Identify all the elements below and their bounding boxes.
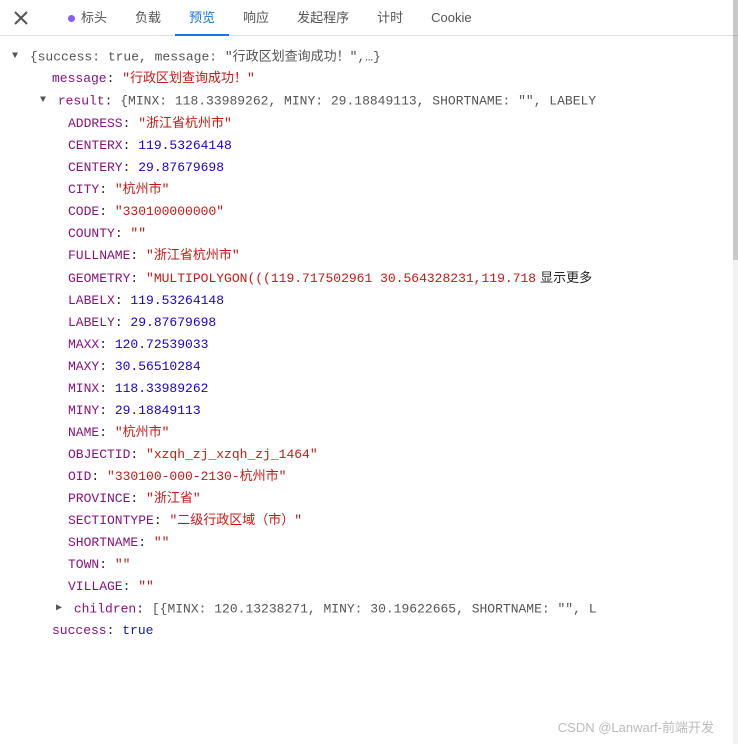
tab-payload[interactable]: 负载 <box>121 0 175 36</box>
field-name[interactable]: NAME: "杭州市" <box>12 422 738 444</box>
field-labely[interactable]: LABELY: 29.87679698 <box>12 312 738 334</box>
field-centery[interactable]: CENTERY: 29.87679698 <box>12 157 738 179</box>
field-miny[interactable]: MINY: 29.18849113 <box>12 400 738 422</box>
field-fullname[interactable]: FULLNAME: "浙江省杭州市" <box>12 245 738 267</box>
chevron-right-icon[interactable]: ▶ <box>56 598 66 620</box>
field-labelx[interactable]: LABELX: 119.53264148 <box>12 290 738 312</box>
field-town[interactable]: TOWN: "" <box>12 554 738 576</box>
field-province[interactable]: PROVINCE: "浙江省" <box>12 488 738 510</box>
field-city[interactable]: CITY: "杭州市" <box>12 179 738 201</box>
field-oid[interactable]: OID: "330100-000-2130-杭州市" <box>12 466 738 488</box>
field-objectid[interactable]: OBJECTID: "xzqh_zj_xzqh_zj_1464" <box>12 444 738 466</box>
field-children[interactable]: ▶ children: [{MINX: 120.13238271, MINY: … <box>12 598 738 620</box>
tab-headers[interactable]: 标头 <box>54 0 121 36</box>
tab-initiator[interactable]: 发起程序 <box>283 0 363 36</box>
field-centerx[interactable]: CENTERX: 119.53264148 <box>12 135 738 157</box>
devtools-tabs: 标头 负载 预览 响应 发起程序 计时 Cookie <box>0 0 738 36</box>
field-minx[interactable]: MINX: 118.33989262 <box>12 378 738 400</box>
field-county[interactable]: COUNTY: "" <box>12 223 738 245</box>
json-preview: ▼ {success: true, message: "行政区划查询成功！",…… <box>0 36 738 652</box>
field-sectiontype[interactable]: SECTIONTYPE: "二级行政区域（市）" <box>12 510 738 532</box>
field-maxx[interactable]: MAXX: 120.72539033 <box>12 334 738 356</box>
chevron-down-icon[interactable]: ▼ <box>12 46 22 68</box>
tab-cookies[interactable]: Cookie <box>417 0 485 36</box>
field-result[interactable]: ▼ result: {MINX: 118.33989262, MINY: 29.… <box>12 90 738 112</box>
tab-preview[interactable]: 预览 <box>175 0 229 36</box>
field-address[interactable]: ADDRESS: "浙江省杭州市" <box>12 113 738 135</box>
root-summary: {success: true, message: "行政区划查询成功！",…} <box>30 49 381 64</box>
field-village[interactable]: VILLAGE: "" <box>12 576 738 598</box>
root-row[interactable]: ▼ {success: true, message: "行政区划查询成功！",…… <box>12 46 738 68</box>
tab-timing[interactable]: 计时 <box>363 0 417 36</box>
dot-icon <box>68 15 75 22</box>
field-success[interactable]: success: true <box>12 620 738 642</box>
field-maxy[interactable]: MAXY: 30.56510284 <box>12 356 738 378</box>
field-shortname[interactable]: SHORTNAME: "" <box>12 532 738 554</box>
watermark: CSDN @Lanwarf-前端开发 <box>558 717 714 736</box>
scrollbar-thumb[interactable] <box>733 0 738 260</box>
close-icon[interactable] <box>12 9 30 27</box>
field-message[interactable]: message: "行政区划查询成功！" <box>12 68 738 90</box>
tab-response[interactable]: 响应 <box>229 0 283 36</box>
field-code[interactable]: CODE: "330100000000" <box>12 201 738 223</box>
chevron-down-icon[interactable]: ▼ <box>40 90 50 112</box>
field-geometry[interactable]: GEOMETRY: "MULTIPOLYGON(((119.717502961 … <box>12 267 738 290</box>
show-more-link[interactable]: 显示更多 <box>540 270 592 285</box>
